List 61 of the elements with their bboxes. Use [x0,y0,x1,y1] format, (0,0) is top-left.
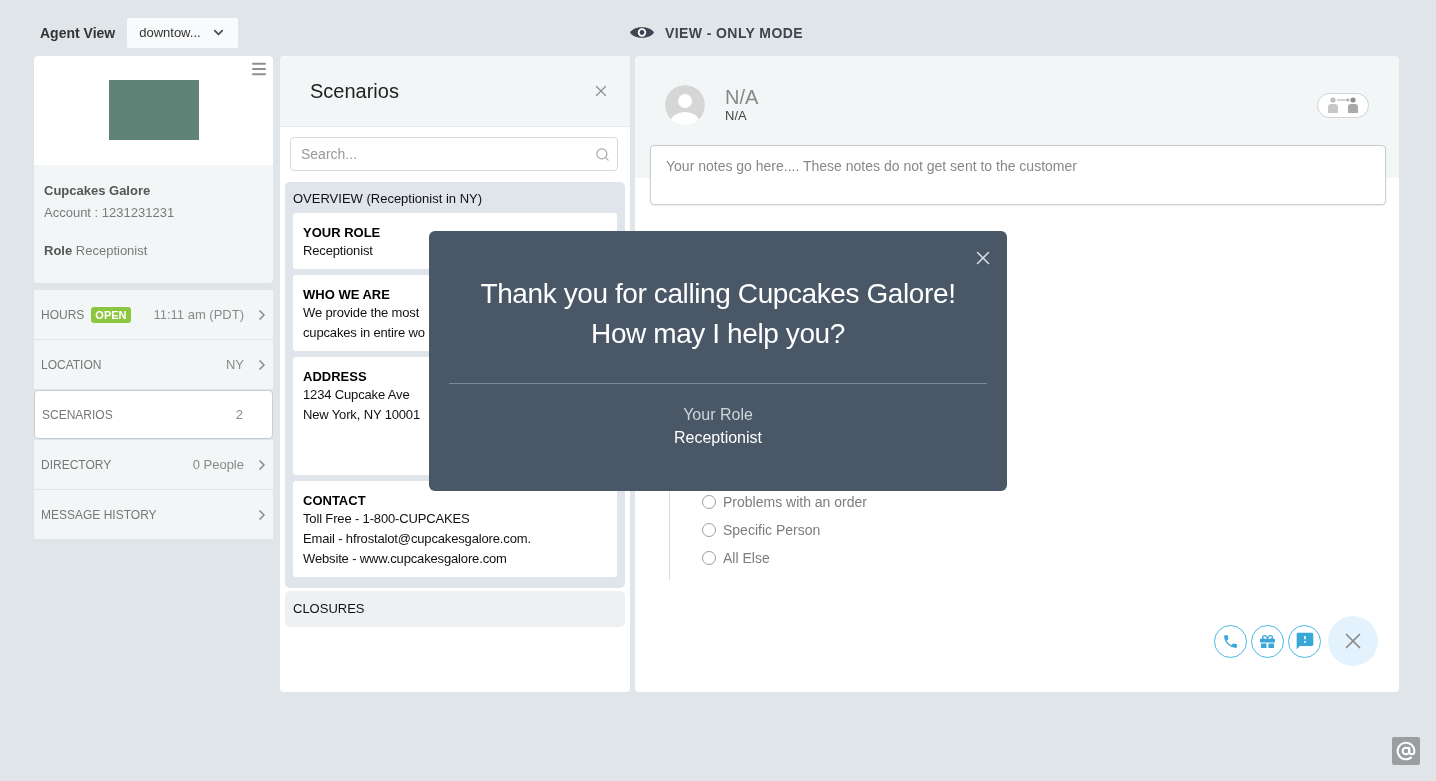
location-select[interactable]: downtow... [126,16,239,49]
avatar-icon [665,85,705,125]
search-icon [595,147,610,162]
app-title: Agent View [40,24,116,41]
nav-item[interactable]: DIRECTORY 0 People [34,440,273,489]
nav-value: 11:11 am (PDT) [153,307,244,322]
option-label: Specific Person [723,522,821,538]
nav-item[interactable]: SCENARIOS 2 [34,390,273,439]
search-field[interactable]: Search... [290,137,618,171]
role-label: Your Role [683,405,753,425]
radio-button[interactable] [702,551,716,565]
nav-item[interactable]: HOURS OPEN 11:11 am (PDT) [34,290,273,339]
menu-icon [250,60,268,78]
at-sign-icon [1396,741,1416,761]
option-label: Problems with an order [723,494,867,510]
mode-label: VIEW - ONLY MODE [665,24,803,41]
business-name: Cupcakes Galore [44,183,151,199]
radio-button[interactable] [702,495,716,509]
card-text: Email - hfrostalot@cupcakesgalore.com. [303,530,531,548]
nav-value: NY [225,357,244,372]
card-heading: YOUR ROLE [303,225,381,241]
card-text: 1234 Cupcake Ave [303,386,410,404]
card-text: Website - www.cupcakesgalore.com [303,550,507,568]
card-text: New York, NY 10001 [303,406,421,424]
panel-title: Scenarios [310,79,399,103]
role-value: Receptionist [673,428,762,448]
greeting-text: How may I help you? [591,317,845,351]
card-heading: ADDRESS [303,369,367,385]
call-button[interactable] [1214,624,1247,658]
nav-value: 0 People [192,457,244,472]
gift-icon [1260,633,1275,649]
people-arrow-icon [1327,97,1359,113]
nav-item[interactable]: MESSAGE HISTORY [34,490,273,539]
nav-item[interactable]: LOCATION NY [34,340,273,389]
transfer-button[interactable] [1317,92,1369,118]
notes-field[interactable]: Your notes go here.... These notes do not get sent to the customer [650,145,1386,205]
card-text: We provide the most [303,304,420,322]
card-text: Receptionist [303,242,373,260]
nav-value: 2 [235,407,243,422]
card-heading: WHO WE ARE [303,287,390,303]
eye-icon [630,25,655,40]
mention-button[interactable] [1392,737,1420,765]
contact-subtitle: N/A [725,108,747,124]
option-label: All Else [723,550,770,566]
card-heading: CONTACT [303,493,366,509]
card-text: cupcakes in entire wo [303,324,425,342]
end-button[interactable] [1328,616,1378,666]
phone-icon [1222,632,1239,650]
account-number: Account : 1231231231 [44,205,175,221]
alert-button[interactable] [1288,624,1321,658]
menu-button[interactable] [250,60,268,78]
greeting-text: Thank you for calling Cupcakes Galore! [480,277,956,311]
contact-name: N/A [725,86,759,108]
alert-bubble-icon [1294,631,1315,651]
section-title[interactable]: OVERVIEW (Receptionist in NY) [293,191,483,207]
section-title[interactable]: CLOSURES [293,601,365,617]
status-badge: OPEN [91,306,131,323]
radio-button[interactable] [702,523,716,537]
role-text: Role Receptionist [44,243,148,259]
card-text: Toll Free - 1-800-CUPCAKES [303,510,470,528]
gift-button[interactable] [1251,624,1284,658]
